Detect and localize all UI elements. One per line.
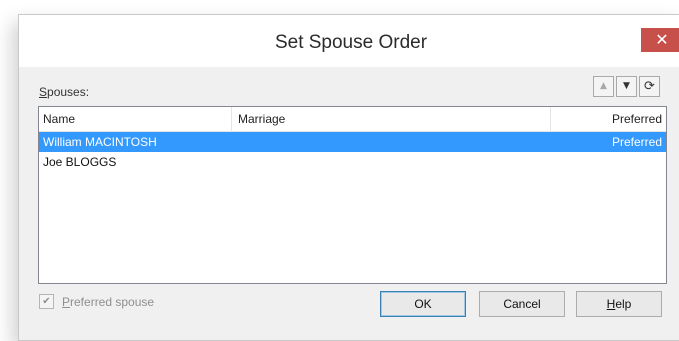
set-spouse-order-dialog: Set Spouse Order ✕ Spouses: ▲ ▼ ⟳ Name M… (18, 14, 679, 341)
title-bar: Set Spouse Order ✕ (19, 15, 679, 67)
ok-button[interactable]: OK (380, 291, 466, 317)
spouses-label-accelerator: S (39, 85, 48, 99)
refresh-icon: ⟳ (644, 79, 655, 94)
checkbox-check-icon[interactable]: ✔ (39, 294, 54, 309)
cancel-button[interactable]: Cancel (479, 291, 565, 317)
preferred-spouse-label: Preferred spouse (62, 295, 154, 309)
preferred-spouse-text: referred spouse (70, 294, 155, 309)
dialog-title: Set Spouse Order (274, 32, 428, 53)
move-down-icon: ▼ (623, 81, 630, 91)
order-buttons: ▲ ▼ ⟳ (593, 76, 660, 97)
list-item[interactable]: Joe BLOGGS (39, 152, 666, 172)
column-header-name[interactable]: Name (43, 107, 223, 131)
preferred-spouse-checkbox[interactable]: ✔ Preferred spouse (39, 294, 154, 309)
list-item-name: Joe BLOGGS (43, 155, 117, 169)
close-icon: ✕ (655, 30, 669, 49)
list-item-name: William MACINTOSH (43, 135, 157, 149)
spouses-list[interactable]: Name Marriage Preferred William MACINTOS… (38, 106, 667, 284)
help-button[interactable]: Help (576, 291, 662, 317)
list-item-preferred: Preferred (611, 135, 662, 149)
move-down-button[interactable]: ▼ (616, 76, 637, 97)
close-button[interactable]: ✕ (641, 28, 679, 52)
spouses-label-text: pouses: (47, 85, 90, 99)
list-item[interactable]: William MACINTOSH Preferred (39, 132, 666, 152)
preferred-spouse-accelerator: P (62, 294, 71, 309)
move-up-button[interactable]: ▲ (593, 76, 614, 97)
spouses-label: Spouses: (39, 85, 89, 99)
column-header-preferred[interactable]: Preferred (550, 107, 666, 131)
move-up-icon: ▲ (600, 81, 607, 91)
help-button-text: elp (615, 297, 632, 311)
list-header: Name Marriage Preferred (39, 107, 666, 132)
column-header-marriage[interactable]: Marriage (231, 107, 571, 131)
refresh-button[interactable]: ⟳ (639, 76, 660, 97)
